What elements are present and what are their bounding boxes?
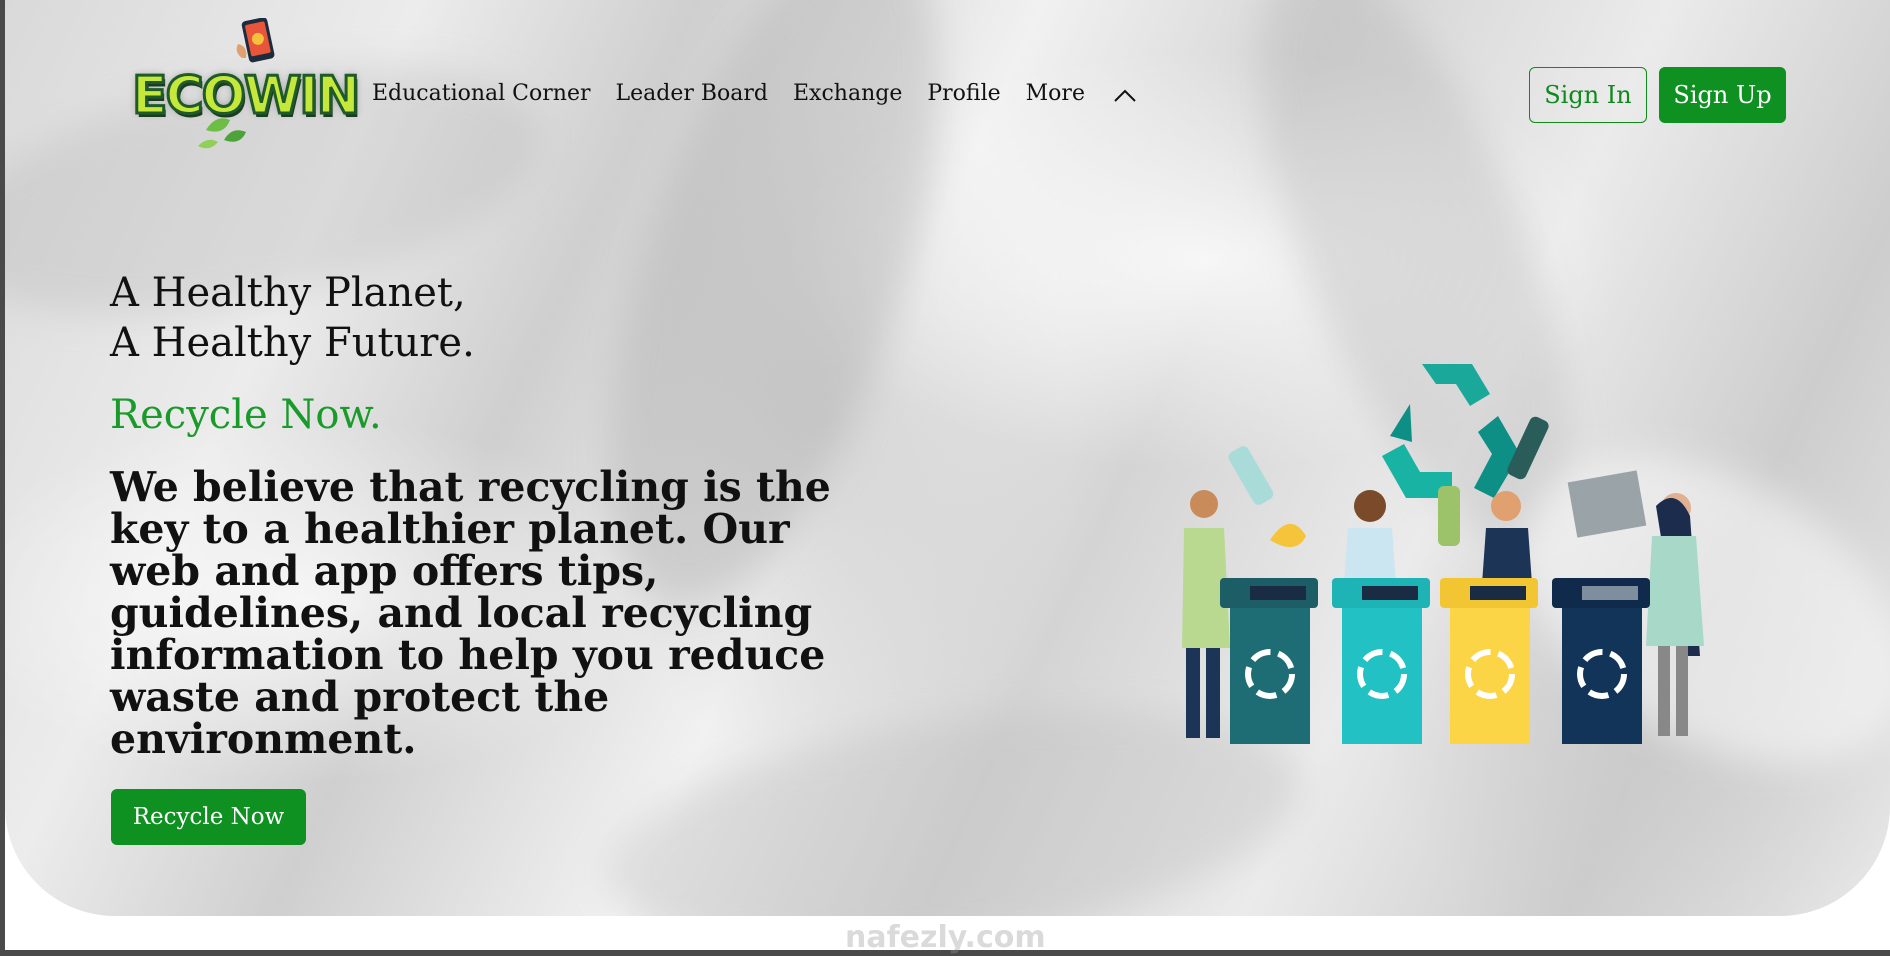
- hero-tagline: Recycle Now.: [110, 392, 382, 438]
- watermark: nafezly.com: [845, 920, 1046, 955]
- hero-headline: A Healthy Planet, A Healthy Future.: [110, 268, 475, 368]
- bin-teal-dark: [1220, 578, 1318, 744]
- bin-yellow: [1440, 578, 1538, 744]
- nav-leader-board[interactable]: Leader Board: [616, 81, 769, 106]
- main-nav: Educational Corner Leader Board Exchange…: [372, 80, 1138, 106]
- nav-more[interactable]: More: [1026, 81, 1085, 106]
- people-recycling-bins-illustration: [1182, 364, 1704, 744]
- person-4: [1646, 493, 1704, 736]
- nav-educational-corner[interactable]: Educational Corner: [372, 81, 591, 106]
- person-3: [1482, 491, 1532, 584]
- chevron-up-icon[interactable]: [1112, 86, 1138, 106]
- nav-profile[interactable]: Profile: [927, 81, 1000, 106]
- person-1: [1182, 490, 1230, 738]
- recycle-now-button[interactable]: Recycle Now: [111, 789, 306, 845]
- headline-line-1: A Healthy Planet,: [110, 270, 466, 316]
- ecowin-logo[interactable]: ECOWIN: [126, 17, 362, 158]
- nav-exchange[interactable]: Exchange: [793, 81, 902, 106]
- logo-text: ECOWIN: [130, 65, 361, 128]
- headline-line-2: A Healthy Future.: [110, 320, 475, 366]
- hero-description: We believe that recycling is the key to …: [110, 463, 831, 763]
- person-2: [1344, 490, 1396, 584]
- sign-in-button[interactable]: Sign In: [1529, 67, 1647, 123]
- bin-cyan: [1332, 578, 1430, 744]
- bin-navy: [1552, 578, 1650, 744]
- recycle-symbol-icon: [1382, 364, 1520, 498]
- sign-up-button[interactable]: Sign Up: [1659, 67, 1786, 123]
